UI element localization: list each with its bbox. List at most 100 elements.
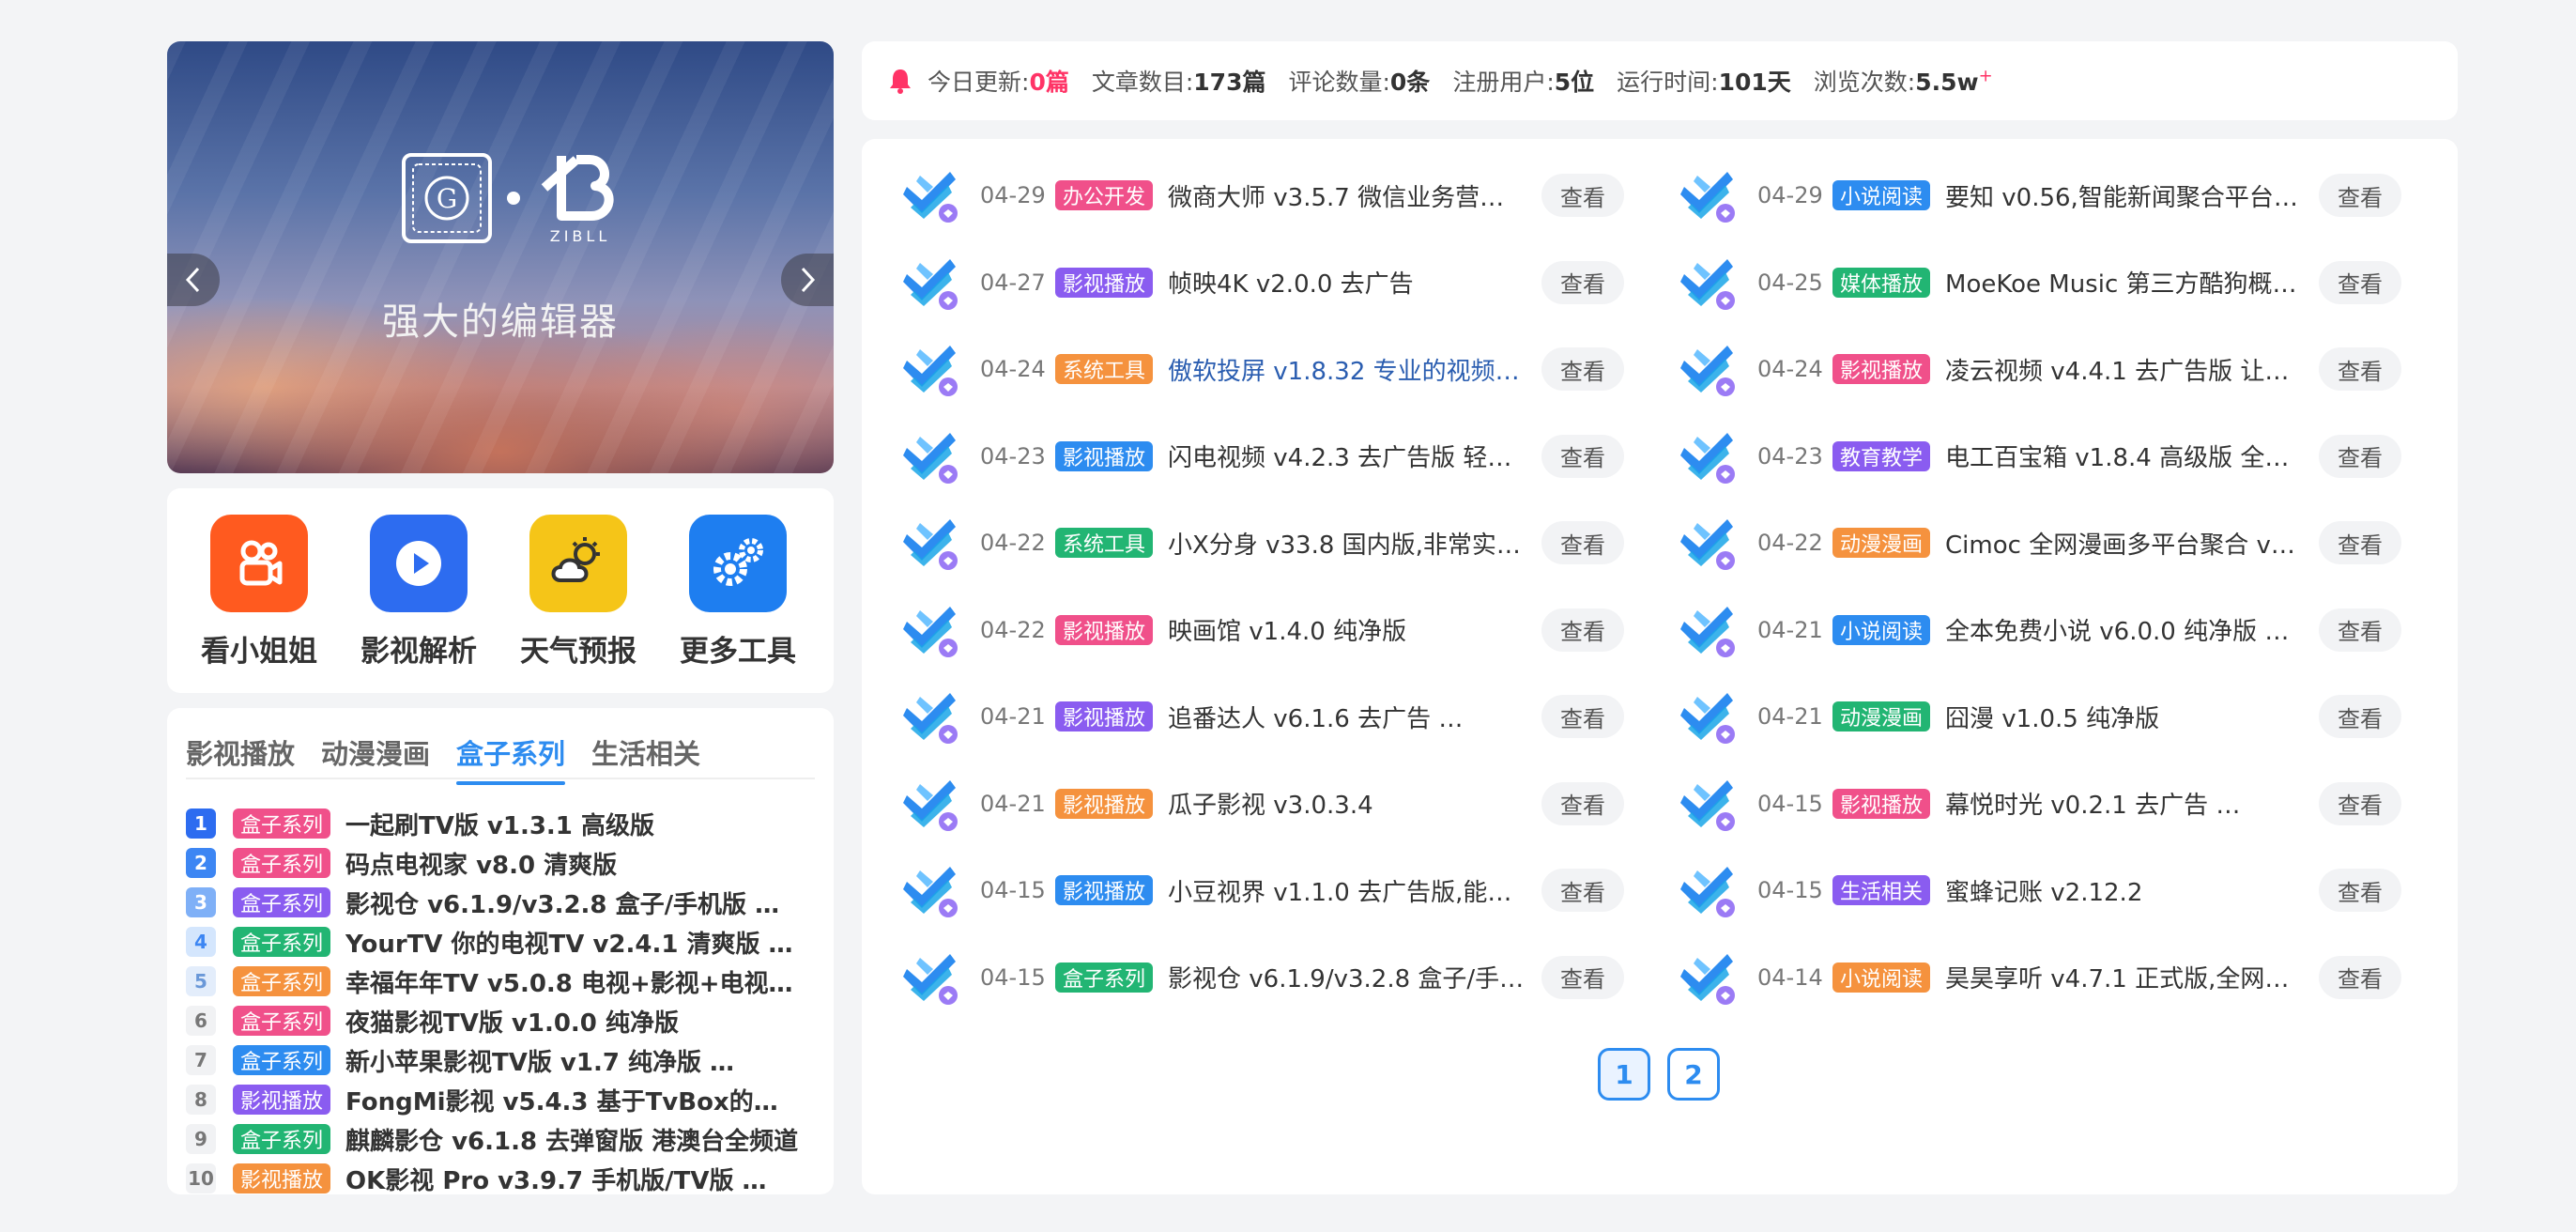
ranking-title[interactable]: 影视仓 v6.1.9/v3.2.8 盒子/手机版 去广告版 <box>345 886 802 920</box>
category-tag[interactable]: 生活相关 <box>1832 875 1931 905</box>
tab-life[interactable]: 生活相关 <box>591 732 700 772</box>
post-row[interactable]: 04-22 动漫漫画 Cimoc 全网漫画多平台聚合 v1.7.2 纯净版查看 <box>1679 514 2402 572</box>
post-thumbnail-icon[interactable] <box>901 166 959 224</box>
post-row[interactable]: 04-15 生活相关 蜜蜂记账 v2.12.2 查看 <box>1679 862 2402 918</box>
post-title[interactable]: 凌云视频 v4.4.1 去广告版 让您畅享观影 <box>1945 352 2306 387</box>
view-button[interactable]: 查看 <box>2319 869 2402 912</box>
tool-kan-xiaojiejie[interactable]: 看小姐姐 <box>184 515 334 670</box>
post-thumbnail-icon[interactable] <box>901 687 959 746</box>
view-button[interactable]: 查看 <box>1541 260 1625 304</box>
post-title[interactable]: 瓜子影视 v3.0.3.4 <box>1168 786 1528 821</box>
category-tag[interactable]: 影视播放 <box>233 1085 331 1115</box>
category-tag[interactable]: 盒子系列 <box>233 927 331 957</box>
category-tag[interactable]: 影视播放 <box>1055 875 1154 905</box>
post-row[interactable]: 04-29 小说阅读要知 v0.56,智能新闻聚合平台,实时资讯查看 <box>1679 167 2402 223</box>
view-button[interactable]: 查看 <box>1541 695 1625 738</box>
category-tag[interactable]: 盒子系列 <box>233 966 331 996</box>
view-button[interactable]: 查看 <box>2319 608 2402 652</box>
post-thumbnail-icon[interactable] <box>1679 514 1737 572</box>
category-tag[interactable]: 盒子系列 <box>233 1045 331 1075</box>
post-title[interactable]: 傲软投屏 v1.8.32 专业的视频投屏软件 <box>1168 352 1528 387</box>
category-tag[interactable]: 媒体播放 <box>1832 267 1931 298</box>
post-row[interactable]: 04-23 影视播放 闪电视频 v4.2.3 去广告版 轻松观影 查看 <box>901 427 1625 485</box>
post-thumbnail-icon[interactable] <box>1679 340 1737 398</box>
post-row[interactable]: 04-21 小说阅读全本免费小说 v6.0.0 纯净版 手机阅读神器查看 <box>1679 602 2402 658</box>
post-title[interactable]: 追番达人 v6.1.6 去广告 … <box>1168 700 1528 734</box>
category-tag[interactable]: 系统工具 <box>1055 354 1154 384</box>
category-tag[interactable]: 影视播放 <box>1055 614 1154 645</box>
post-row[interactable]: 04-29 办公开发微商大师 v3.5.7 微信业务营销管理工具查看 <box>901 166 1625 224</box>
category-tag[interactable]: 小说阅读 <box>1832 962 1931 993</box>
post-title[interactable]: Cimoc 全网漫画多平台聚合 v1.7.2 纯净版 <box>1945 526 2306 561</box>
post-title[interactable]: 映画馆 v1.4.0 纯净版 <box>1168 612 1528 647</box>
view-button[interactable]: 查看 <box>1541 955 1625 999</box>
post-row[interactable]: 04-14 小说阅读昊昊享听 v4.7.1 正式版,全网有声小说免费听查看 <box>1679 949 2402 1006</box>
post-row[interactable]: 04-24 系统工具傲软投屏 v1.8.32 专业的视频投屏软件查看 <box>901 340 1625 398</box>
category-tag[interactable]: 盒子系列 <box>233 1124 331 1154</box>
tab-box-series[interactable]: 盒子系列 <box>456 732 566 785</box>
post-thumbnail-icon[interactable] <box>1679 687 1737 746</box>
category-tag[interactable]: 动漫漫画 <box>1832 528 1931 558</box>
post-thumbnail-icon[interactable] <box>901 427 959 485</box>
category-tag[interactable]: 影视播放 <box>1055 440 1154 471</box>
category-tag[interactable]: 办公开发 <box>1055 180 1154 210</box>
post-row[interactable]: 04-22 影视播放 映画馆 v1.4.0 纯净版 查看 <box>901 602 1625 658</box>
category-tag[interactable]: 小说阅读 <box>1832 180 1931 210</box>
ranking-title[interactable]: 麒麟影仓 v6.1.8 去弹窗版 港澳台全频道 <box>345 1122 802 1157</box>
post-row[interactable]: 04-15 影视播放 幕悦时光 v0.2.1 去广告 … 查看 <box>1679 776 2402 832</box>
view-button[interactable]: 查看 <box>2319 174 2402 217</box>
post-title[interactable]: 要知 v0.56,智能新闻聚合平台,实时资讯 <box>1945 178 2306 213</box>
post-row[interactable]: 04-27 影视播放 帧映4K v2.0.0 去广告 查看 <box>901 254 1625 311</box>
ranking-title[interactable]: 夜猫影视TV版 v1.0.0 纯净版 <box>345 1004 802 1039</box>
post-row[interactable]: 04-24 影视播放凌云视频 v4.4.1 去广告版 让您畅享观影查看 <box>1679 340 2402 398</box>
post-thumbnail-icon[interactable] <box>901 948 959 1007</box>
post-thumbnail-icon[interactable] <box>901 340 959 398</box>
post-thumbnail-icon[interactable] <box>1679 427 1737 485</box>
category-tag[interactable]: 盒子系列 <box>1055 962 1154 993</box>
post-title[interactable]: 微商大师 v3.5.7 微信业务营销管理工具 <box>1168 178 1528 213</box>
view-button[interactable]: 查看 <box>2319 347 2402 391</box>
ranking-title[interactable]: 一起刷TV版 v1.3.1 高级版 <box>345 807 802 841</box>
tab-anime-comics[interactable]: 动漫漫画 <box>321 732 430 772</box>
ranking-title[interactable]: FongMi影视 v5.4.3 基于TvBox的开源项目 <box>345 1083 802 1117</box>
ranking-title[interactable]: 幸福年年TV v5.0.8 电视+影视+电视剧版 <box>345 964 802 999</box>
category-tag[interactable]: 动漫漫画 <box>1832 701 1931 732</box>
post-title[interactable]: MoeKoe Music 第三方酷狗概念版音乐播放器 <box>1945 265 2306 300</box>
category-tag[interactable]: 盒子系列 <box>233 1006 331 1036</box>
view-button[interactable]: 查看 <box>2319 695 2402 738</box>
ranking-item[interactable]: 6 盒子系列 夜猫影视TV版 v1.0.0 纯净版 <box>186 1001 802 1040</box>
category-tag[interactable]: 影视播放 <box>1832 788 1931 819</box>
post-title[interactable]: 幕悦时光 v0.2.1 去广告 … <box>1945 786 2306 821</box>
category-tag[interactable]: 影视播放 <box>1055 788 1154 819</box>
ranking-title[interactable]: YourTV 你的电视TV v2.4.1 清爽版 … <box>345 925 802 960</box>
post-row[interactable]: 04-15 盒子系列影视仓 v6.1.9/v3.2.8 盒子/手机版 去广告查看 <box>901 948 1625 1007</box>
view-button[interactable]: 查看 <box>2319 955 2402 999</box>
ranking-item[interactable]: 10 影视播放 OK影视 Pro v3.9.7 手机版/TV版 … <box>186 1159 802 1198</box>
ranking-item[interactable]: 5 盒子系列 幸福年年TV v5.0.8 电视+影视+电视剧版 <box>186 962 802 1001</box>
view-button[interactable]: 查看 <box>2319 434 2402 478</box>
category-tag[interactable]: 影视播放 <box>1832 354 1931 384</box>
post-title[interactable]: 电工百宝箱 v1.8.4 高级版 全能电工工具 <box>1945 439 2306 473</box>
slider-prev-button[interactable] <box>167 254 220 306</box>
tool-more[interactable]: 更多工具 <box>663 515 813 670</box>
post-title[interactable]: 小豆视界 v1.1.0 去广告版,能看所有影视 <box>1168 873 1528 908</box>
post-title[interactable]: 全本免费小说 v6.0.0 纯净版 手机阅读神器 <box>1945 612 2306 647</box>
ranking-item[interactable]: 1 盒子系列 一起刷TV版 v1.3.1 高级版 <box>186 804 802 843</box>
post-row[interactable]: 04-23 教育教学电工百宝箱 v1.8.4 高级版 全能电工工具查看 <box>1679 427 2402 485</box>
view-button[interactable]: 查看 <box>1541 521 1625 564</box>
pagination-page-2[interactable]: 2 <box>1667 1048 1720 1101</box>
category-tag[interactable]: 影视播放 <box>233 1163 331 1194</box>
view-button[interactable]: 查看 <box>1541 347 1625 391</box>
post-thumbnail-icon[interactable] <box>901 775 959 833</box>
post-row[interactable]: 04-21 影视播放 追番达人 v6.1.6 去广告 … 查看 <box>901 687 1625 746</box>
ranking-title[interactable]: OK影视 Pro v3.9.7 手机版/TV版 … <box>345 1162 802 1196</box>
category-tag[interactable]: 盒子系列 <box>233 808 331 839</box>
post-title[interactable]: 小X分身 v33.8 国内版,非常实用的多开工具 <box>1168 526 1528 561</box>
post-title[interactable]: 蜜蜂记账 v2.12.2 <box>1945 873 2306 908</box>
post-thumbnail-icon[interactable] <box>901 514 959 572</box>
ranking-title[interactable]: 码点电视家 v8.0 清爽版 <box>345 846 802 881</box>
ranking-item[interactable]: 8 影视播放 FongMi影视 v5.4.3 基于TvBox的开源项目 <box>186 1080 802 1119</box>
view-button[interactable]: 查看 <box>2319 260 2402 304</box>
category-tag[interactable]: 影视播放 <box>1055 267 1154 298</box>
post-title[interactable]: 昊昊享听 v4.7.1 正式版,全网有声小说免费听 <box>1945 960 2306 994</box>
